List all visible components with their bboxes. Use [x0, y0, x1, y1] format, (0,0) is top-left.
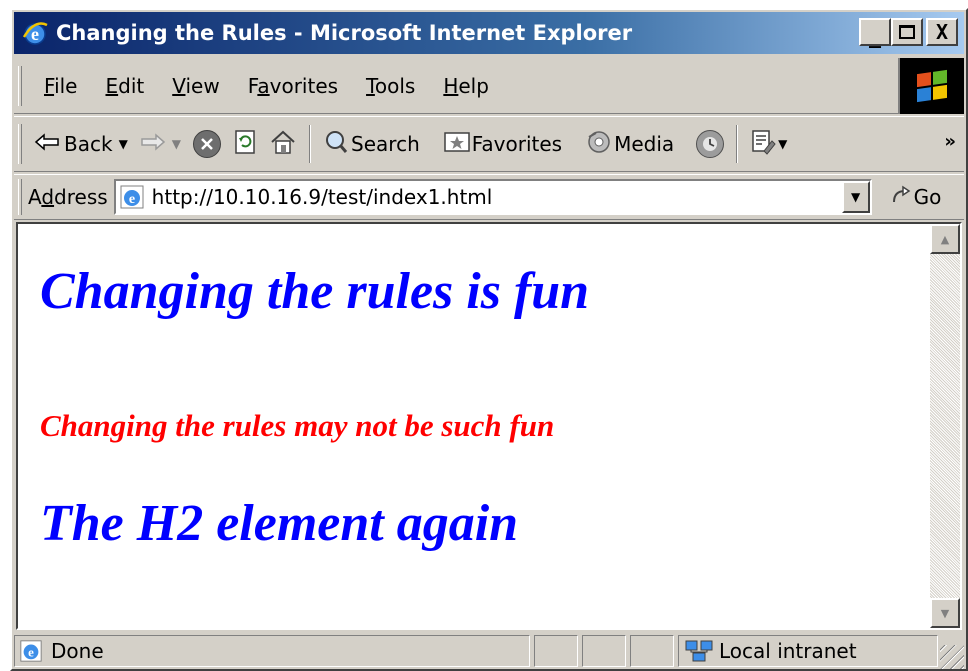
scroll-up-button[interactable]: ▲	[930, 224, 960, 254]
web-page: Changing the rules is fun Changing the r…	[18, 224, 932, 628]
status-bar: e Done Local intranet	[14, 632, 964, 669]
forward-arrow-icon	[140, 132, 166, 157]
go-label: Go	[913, 185, 942, 209]
resize-grip[interactable]	[940, 645, 964, 669]
window-controls: _ X	[859, 18, 958, 46]
menu-bar: File Edit View Favorites Tools Help	[14, 58, 964, 114]
toolbar-separator	[309, 125, 312, 163]
back-arrow-icon	[34, 132, 60, 157]
media-button[interactable]: Media	[580, 122, 680, 166]
menu-tools[interactable]: Tools	[352, 74, 429, 98]
menu-view[interactable]: View	[158, 74, 233, 98]
scroll-up-icon: ▲	[940, 232, 950, 246]
vertical-scrollbar[interactable]: ▲ ▼	[930, 224, 960, 628]
back-dropdown-icon[interactable]: ▼	[119, 137, 128, 151]
content-viewport: Changing the rules is fun Changing the r…	[16, 222, 962, 630]
favorites-star-icon	[444, 131, 470, 158]
address-url[interactable]: http://10.10.16.9/test/index1.html	[152, 185, 493, 209]
scroll-down-button[interactable]: ▼	[930, 598, 960, 628]
close-button[interactable]: X	[926, 18, 958, 46]
toolbar-separator-2	[736, 125, 739, 163]
favorites-label: Favorites	[471, 132, 563, 156]
menu-help[interactable]: Help	[429, 74, 503, 98]
media-label: Media	[614, 132, 675, 156]
maximize-button[interactable]	[891, 18, 923, 46]
edit-button[interactable]: ▼	[744, 122, 793, 166]
minimize-icon: _	[868, 24, 882, 48]
standard-toolbar: Back ▼ ▼ Search Favorites Media ▼ »	[14, 116, 964, 172]
page-heading-2: Changing the rules may not be such fun	[40, 408, 555, 443]
status-panel-3	[630, 634, 674, 667]
scroll-down-icon: ▼	[940, 606, 950, 620]
page-heading-3: The H2 element again	[40, 495, 519, 552]
stop-icon	[193, 130, 222, 158]
local-intranet-icon	[685, 639, 713, 663]
toolbar-more-icon[interactable]: »	[944, 131, 956, 152]
status-ie-icon: e	[19, 639, 43, 663]
addressbar-grip[interactable]	[18, 179, 22, 215]
page-ie-icon: e	[118, 183, 146, 211]
refresh-icon	[233, 129, 257, 160]
address-field[interactable]: e http://10.10.16.9/test/index1.html ▼	[113, 179, 872, 215]
stop-button[interactable]	[187, 122, 227, 166]
svg-text:e: e	[28, 644, 34, 659]
status-panel-2	[582, 634, 626, 667]
address-label: Address	[28, 185, 108, 209]
browser-window: e Changing the Rules - Microsoft Interne…	[10, 8, 968, 671]
status-zone-panel: Local intranet	[678, 634, 938, 667]
go-button[interactable]: Go	[890, 184, 942, 211]
status-panel-1	[534, 634, 578, 667]
status-main-panel: e Done	[14, 634, 530, 667]
media-icon	[586, 129, 612, 160]
menu-favorites[interactable]: Favorites	[234, 74, 352, 98]
page-heading-1: Changing the rules is fun	[40, 263, 590, 320]
ie-logo-icon: e	[20, 18, 50, 48]
edit-dropdown-icon[interactable]: ▼	[778, 137, 787, 151]
windows-logo-throbber	[898, 58, 964, 114]
go-arrow-icon	[890, 184, 912, 211]
windows-flag-icon	[917, 69, 947, 103]
search-button[interactable]: Search	[317, 122, 426, 166]
zone-text: Local intranet	[719, 638, 857, 663]
home-button[interactable]	[263, 122, 303, 166]
forward-button[interactable]: ▼	[134, 122, 187, 166]
svg-text:e: e	[129, 192, 135, 207]
maximize-icon	[899, 25, 915, 39]
history-icon	[696, 130, 725, 158]
address-bar: Address e http://10.10.16.9/test/index1.…	[14, 174, 964, 220]
edit-page-icon	[750, 129, 776, 160]
menu-file[interactable]: File	[30, 74, 91, 98]
close-icon: X	[935, 20, 949, 44]
address-dropdown-button[interactable]: ▼	[841, 181, 870, 213]
home-icon	[269, 129, 297, 160]
chevron-down-icon: ▼	[851, 190, 861, 204]
back-label: Back	[64, 132, 113, 156]
history-button[interactable]	[690, 122, 730, 166]
window-title: Changing the Rules - Microsoft Internet …	[56, 21, 633, 45]
menubar-grip[interactable]	[18, 65, 22, 106]
toolbar-grip[interactable]	[18, 124, 22, 164]
favorites-button[interactable]: Favorites	[438, 122, 568, 166]
title-bar[interactable]: e Changing the Rules - Microsoft Interne…	[14, 12, 964, 54]
back-button[interactable]: Back ▼	[28, 122, 134, 166]
menu-edit[interactable]: Edit	[91, 74, 158, 98]
status-text: Done	[51, 638, 104, 663]
refresh-button[interactable]	[227, 122, 263, 166]
search-icon	[323, 129, 349, 160]
minimize-button[interactable]: _	[859, 18, 891, 46]
forward-dropdown-icon[interactable]: ▼	[172, 137, 181, 151]
search-label: Search	[351, 132, 420, 156]
